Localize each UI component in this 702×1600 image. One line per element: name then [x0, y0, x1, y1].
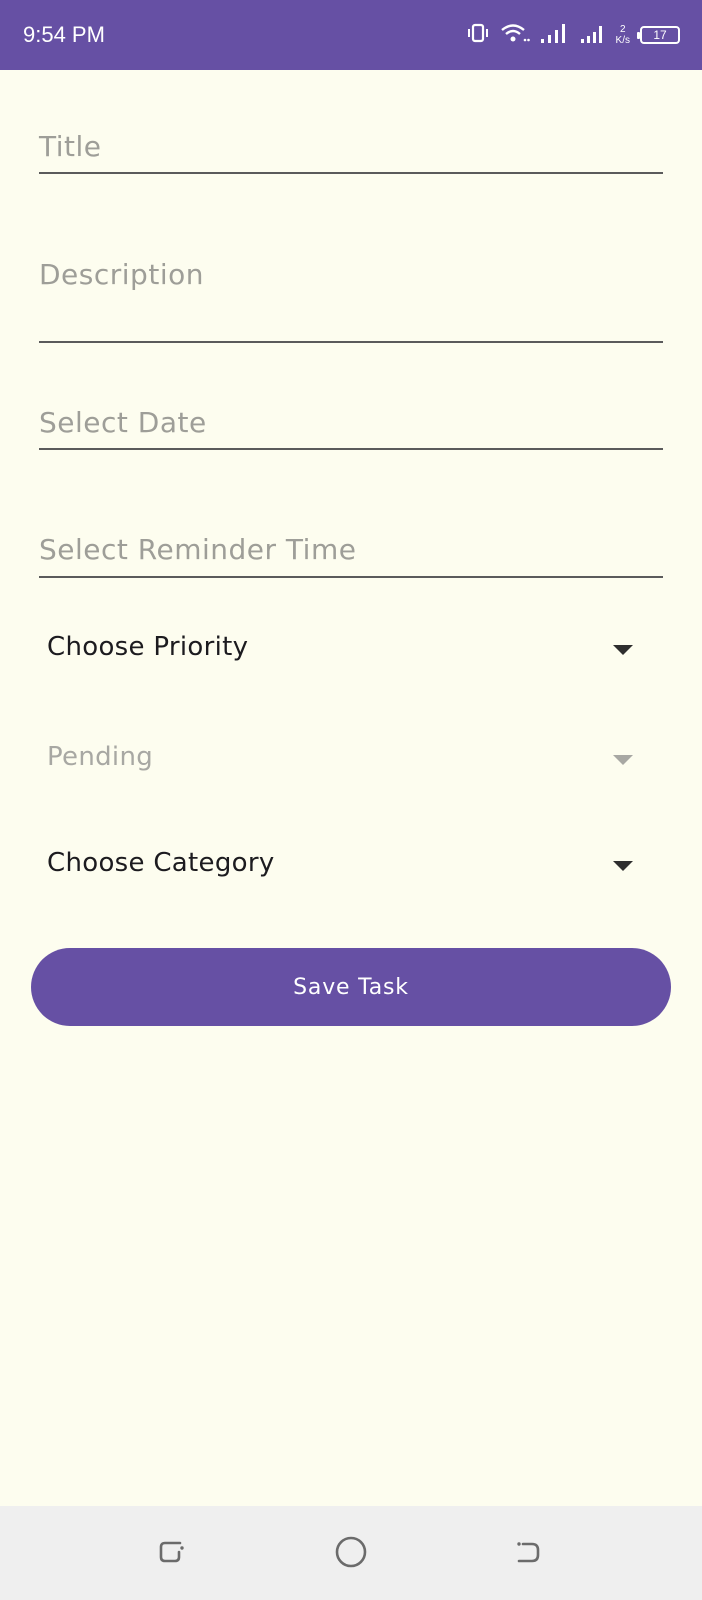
network-speed: 2 K/s [616, 24, 630, 46]
signal-icon [540, 22, 570, 48]
category-dropdown[interactable]: Choose Category [39, 836, 663, 896]
description-input[interactable] [39, 245, 667, 345]
battery-icon: 17 [637, 26, 680, 44]
network-speed-unit: K/s [615, 35, 630, 46]
reminder-time-placeholder: Select Reminder Time [39, 533, 357, 566]
battery-level: 17 [653, 28, 667, 42]
date-placeholder: Select Date [39, 406, 207, 439]
vibrate-icon [466, 22, 490, 48]
status-selected-value: Pending [47, 742, 154, 772]
recents-icon[interactable] [152, 1532, 192, 1572]
status-bar: 9:54 PM 2 K/s 17 [0, 0, 702, 70]
status-icons: 2 K/s 17 [466, 18, 680, 52]
priority-selected-value: Choose Priority [47, 632, 249, 662]
category-selected-value: Choose Category [47, 848, 275, 878]
dropdown-arrow-icon [613, 645, 633, 655]
title-input[interactable] [39, 120, 667, 174]
title-field[interactable]: Title [39, 120, 667, 174]
back-icon[interactable] [508, 1532, 548, 1572]
save-task-label: Save Task [293, 974, 409, 1000]
save-task-button[interactable]: Save Task [31, 948, 671, 1026]
dropdown-arrow-icon [613, 755, 633, 765]
reminder-time-field[interactable]: Select Reminder Time [39, 522, 663, 578]
date-field[interactable]: Select Date [39, 396, 663, 450]
status-dropdown: Pending [39, 730, 663, 790]
network-speed-value: 2 [619, 24, 626, 35]
signal-icon [580, 22, 606, 48]
dropdown-arrow-icon [613, 861, 633, 871]
home-icon[interactable] [331, 1532, 371, 1572]
system-nav-bar [0, 1506, 702, 1600]
priority-dropdown[interactable]: Choose Priority [39, 620, 663, 680]
description-field[interactable]: Description [39, 245, 667, 345]
status-time: 9:54 PM [23, 22, 105, 47]
wifi-icon [500, 22, 530, 48]
